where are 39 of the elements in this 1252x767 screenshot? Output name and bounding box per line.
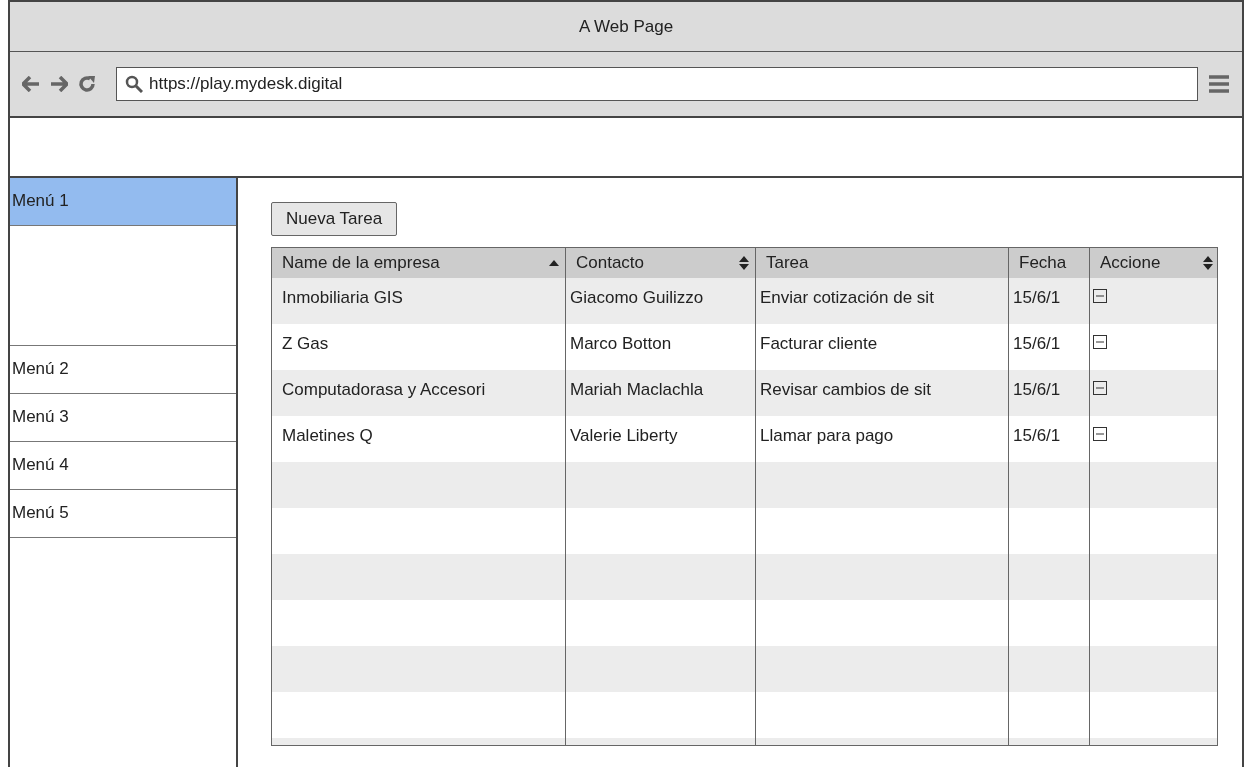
- forward-icon[interactable]: [50, 76, 68, 92]
- collapse-icon[interactable]: [1093, 289, 1107, 303]
- table-cell: Facturar cliente: [760, 334, 878, 353]
- table-cell: 15/6/1: [1013, 426, 1061, 445]
- table-cell: Revisar cambios de sit: [760, 380, 931, 399]
- search-icon: [125, 75, 143, 93]
- collapse-icon[interactable]: [1093, 381, 1107, 395]
- sort-icon[interactable]: [1203, 256, 1213, 270]
- table-cell: 15/6/1: [1013, 380, 1061, 399]
- table-cell: 15/6/1: [1013, 288, 1061, 307]
- menu-icon[interactable]: [1208, 74, 1230, 94]
- table-cell: Giacomo Guilizzo: [570, 288, 704, 307]
- table-cell: Maletines Q: [282, 426, 373, 445]
- header-label: Accione: [1100, 252, 1161, 275]
- table-cell: Z Gas: [282, 334, 329, 353]
- collapse-icon[interactable]: [1093, 427, 1107, 441]
- table-cell: Computadorasa y Accesori: [282, 380, 486, 399]
- new-task-button[interactable]: Nueva Tarea: [271, 202, 398, 236]
- sort-up-icon[interactable]: [549, 260, 559, 266]
- column-header[interactable]: Accione: [1090, 248, 1217, 278]
- header-label: Name de la empresa: [282, 252, 440, 275]
- address-bar[interactable]: https://play.mydesk.digital: [116, 67, 1198, 101]
- reload-icon[interactable]: [78, 75, 96, 93]
- table-cell: Mariah Maclachla: [570, 380, 704, 399]
- collapse-icon[interactable]: [1093, 335, 1107, 349]
- url-text: https://play.mydesk.digital: [149, 73, 343, 96]
- header-label: Contacto: [576, 252, 645, 275]
- table-cell: Llamar para pago: [760, 426, 894, 445]
- header-label: Fecha: [1019, 252, 1067, 275]
- back-icon[interactable]: [22, 76, 40, 92]
- table-cell: Valerie Liberty: [570, 426, 678, 445]
- header-label: Tarea: [766, 252, 809, 275]
- sidebar-item[interactable]: Menú 1: [10, 178, 236, 226]
- table-cell: Marco Botton: [570, 334, 672, 353]
- sort-icon[interactable]: [739, 256, 749, 270]
- window-title: A Web Page: [578, 15, 674, 38]
- table-cell: Inmobiliaria GIS: [282, 288, 403, 307]
- table-cell: 15/6/1: [1013, 334, 1061, 353]
- table-cell: Enviar cotización de sit: [760, 288, 934, 307]
